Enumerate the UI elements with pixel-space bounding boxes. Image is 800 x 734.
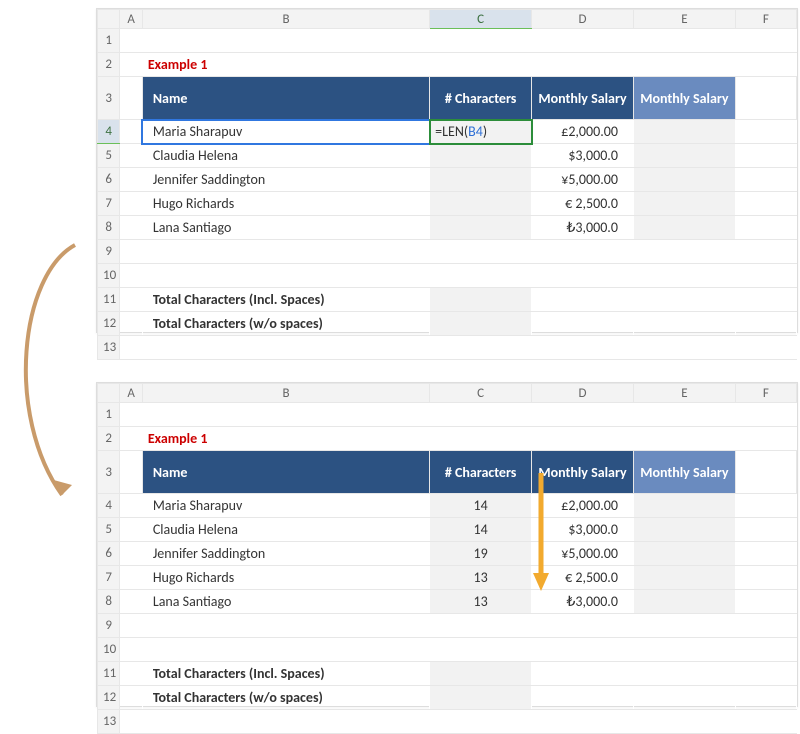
cell-E7[interactable]	[633, 192, 735, 216]
example-title-b: Example 1	[142, 427, 429, 451]
cell-E5[interactable]	[633, 144, 735, 168]
rowhdr-3[interactable]: 3	[98, 77, 120, 120]
rowhdr-4[interactable]: 4	[98, 120, 120, 144]
total-incl-label: Total Characters (Incl. Spaces)	[142, 288, 429, 312]
colhdr-D-b[interactable]: D	[532, 384, 634, 403]
header-salary1: Monthly Salary	[532, 77, 634, 120]
spreadsheet-before: A B C D E F 1 2 Example 1 3 Name # Chara…	[96, 8, 798, 333]
rowhdr-11[interactable]: 11	[98, 288, 120, 312]
cell-B4[interactable]: Maria Sharapuv	[142, 120, 429, 144]
cell-C5-b[interactable]: 14	[430, 518, 532, 542]
colhdr-A-b[interactable]: A	[120, 384, 142, 403]
cell-C12[interactable]	[430, 312, 532, 336]
cell-E4[interactable]	[633, 120, 735, 144]
formula-suffix: )	[483, 123, 487, 140]
column-headers-b: A B C D E F	[98, 384, 797, 403]
rowhdr-5[interactable]: 5	[98, 144, 120, 168]
cell-C6-b[interactable]: 19	[430, 542, 532, 566]
rowhdr-2[interactable]: 2	[98, 53, 120, 77]
rowhdr-12[interactable]: 12	[98, 312, 120, 336]
cell-C8-b[interactable]: 13	[430, 590, 532, 614]
cell-C8[interactable]	[430, 216, 532, 240]
cell-C6[interactable]	[430, 168, 532, 192]
cell-C4[interactable]: =LEN(B4)	[430, 120, 532, 144]
colhdr-B-b[interactable]: B	[142, 384, 429, 403]
cell-B5[interactable]: Claudia Helena	[142, 144, 429, 168]
cell-E8[interactable]	[633, 216, 735, 240]
rowhdr-9[interactable]: 9	[98, 240, 120, 264]
cell-C7[interactable]	[430, 192, 532, 216]
cell-C7-b[interactable]: 13	[430, 566, 532, 590]
grid-before[interactable]: A B C D E F 1 2 Example 1 3 Name # Chara…	[97, 9, 797, 360]
cell-C4-b[interactable]: 14	[430, 494, 532, 518]
colhdr-F[interactable]: F	[735, 10, 796, 29]
rowhdr-10[interactable]: 10	[98, 264, 120, 288]
rowhdr-13[interactable]: 13	[98, 336, 120, 360]
formula-prefix: =LEN(	[435, 123, 468, 140]
cell-B7[interactable]: Hugo Richards	[142, 192, 429, 216]
transition-arrow	[0, 235, 100, 515]
example-title: Example 1	[142, 53, 429, 77]
column-headers: A B C D E F	[98, 10, 797, 29]
rowhdr-8[interactable]: 8	[98, 216, 120, 240]
cell-E6[interactable]	[633, 168, 735, 192]
cell-D8[interactable]: ₺3,000.0	[532, 216, 634, 240]
cell-D5[interactable]: $3,000.0	[532, 144, 634, 168]
colhdr-D[interactable]: D	[532, 10, 634, 29]
cell-B6[interactable]: Jennifer Saddington	[142, 168, 429, 192]
grid-after[interactable]: A B C D E F 1 2 Example 1 3 Name # Chara…	[97, 383, 797, 734]
corner[interactable]	[98, 10, 120, 29]
rowhdr-6[interactable]: 6	[98, 168, 120, 192]
colhdr-C[interactable]: C	[430, 10, 532, 29]
cell-B8[interactable]: Lana Santiago	[142, 216, 429, 240]
corner-b[interactable]	[98, 384, 120, 403]
colhdr-C-b[interactable]: C	[430, 384, 532, 403]
header-name: Name	[142, 77, 429, 120]
cell-D7[interactable]: € 2,500.0	[532, 192, 634, 216]
cell-C11[interactable]	[430, 288, 532, 312]
rowhdr-7[interactable]: 7	[98, 192, 120, 216]
colhdr-E[interactable]: E	[633, 10, 735, 29]
header-chars: # Characters	[430, 77, 532, 120]
colhdr-E-b[interactable]: E	[633, 384, 735, 403]
colhdr-A[interactable]: A	[120, 10, 142, 29]
cell-C5[interactable]	[430, 144, 532, 168]
header-salary2: Monthly Salary	[633, 77, 735, 120]
cell-D4[interactable]: £2,000.00	[532, 120, 634, 144]
colhdr-F-b[interactable]: F	[735, 384, 796, 403]
spreadsheet-after: A B C D E F 1 2 Example 1 3 Name # Chara…	[96, 382, 798, 707]
cell-D6[interactable]: ¥5,000.00	[532, 168, 634, 192]
formula-ref: B4	[468, 123, 483, 140]
rowhdr-1[interactable]: 1	[98, 29, 120, 53]
total-wo-label: Total Characters (w/o spaces)	[142, 312, 429, 336]
colhdr-B[interactable]: B	[142, 10, 429, 29]
